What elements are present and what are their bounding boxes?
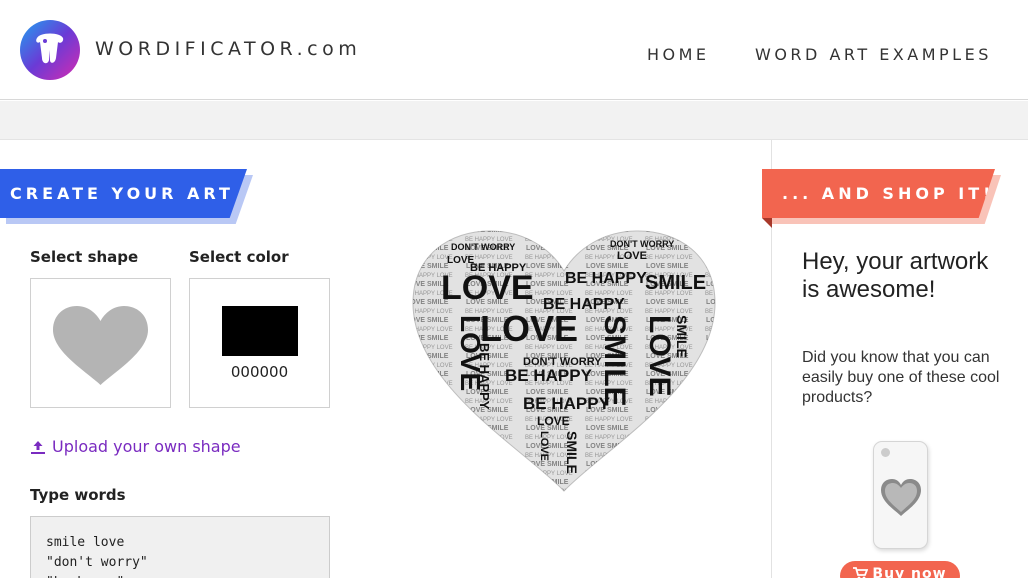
logo-icon[interactable]	[20, 20, 80, 80]
preview-word: SMILE	[674, 315, 690, 358]
type-words-label: Type words	[30, 486, 126, 504]
preview-word: DON'T WORRY	[523, 356, 602, 368]
preview-word: LOVE	[480, 308, 578, 349]
words-input[interactable]: smile love "don't worry" "be happy"	[30, 516, 330, 578]
preview-word: SMILE	[564, 431, 580, 474]
shop-it-ribbon: ... AND SHOP IT!	[762, 169, 995, 218]
preview-word: LOVE	[537, 414, 570, 428]
preview-word: LOVE	[617, 250, 647, 262]
preview-word: DON'T WORRY	[451, 242, 515, 252]
buy-now-label: Buy now	[872, 566, 947, 578]
preview-word: LOVE	[441, 269, 534, 307]
site-header: WORDIFICATOR.com HOME WORD ART EXAMPLES	[0, 0, 1028, 100]
cart-icon	[853, 567, 869, 578]
brand-name[interactable]: WORDIFICATOR.com	[95, 38, 361, 60]
select-shape-label: Select shape	[30, 248, 139, 266]
preview-word: SMILE	[598, 315, 631, 407]
upload-shape-link[interactable]: Upload your own shape	[30, 437, 241, 456]
preview-word: BE HAPPY	[523, 394, 611, 413]
preview-word: LOVE	[538, 431, 550, 461]
shop-description: Did you know that you can easily buy one…	[802, 349, 1000, 406]
shop-heading: Hey, your artwork is awesome!	[802, 248, 989, 303]
preview-word: LOVE	[643, 315, 676, 397]
create-your-art-ribbon: CREATE YOUR ART	[0, 169, 247, 218]
ribbon-fold	[762, 218, 772, 228]
preview-word: BE HAPPY	[477, 343, 492, 410]
nav-home[interactable]: HOME	[647, 45, 710, 64]
color-value: 000000	[230, 363, 289, 381]
preview-word: BE HAPPY	[505, 366, 593, 385]
phone-case-product[interactable]	[873, 441, 928, 549]
header-band	[0, 101, 1028, 140]
buy-now-button[interactable]: Buy now	[840, 561, 960, 578]
upload-icon	[31, 440, 45, 454]
preview-word: BE HAPPY	[470, 262, 527, 274]
preview-word: SMILE	[645, 272, 706, 294]
heart-art-thumbnail	[881, 479, 921, 516]
heart-icon	[53, 306, 148, 385]
color-swatch	[222, 306, 298, 356]
preview-word: DON'T WORRY	[610, 239, 674, 249]
camera-icon	[881, 448, 890, 457]
nav-word-art-examples[interactable]: WORD ART EXAMPLES	[755, 45, 992, 64]
preview-word: BE HAPPY	[565, 270, 647, 287]
select-color-button[interactable]: 000000	[189, 278, 330, 408]
preview-word: BE HAPPY	[543, 296, 625, 313]
word-art-preview: LOVE SMILE BE HAPPY LOVE LOVE LOVE BE HA…	[412, 230, 716, 492]
upload-shape-label: Upload your own shape	[52, 437, 241, 456]
select-shape-button[interactable]	[30, 278, 171, 408]
select-color-label: Select color	[189, 248, 289, 266]
